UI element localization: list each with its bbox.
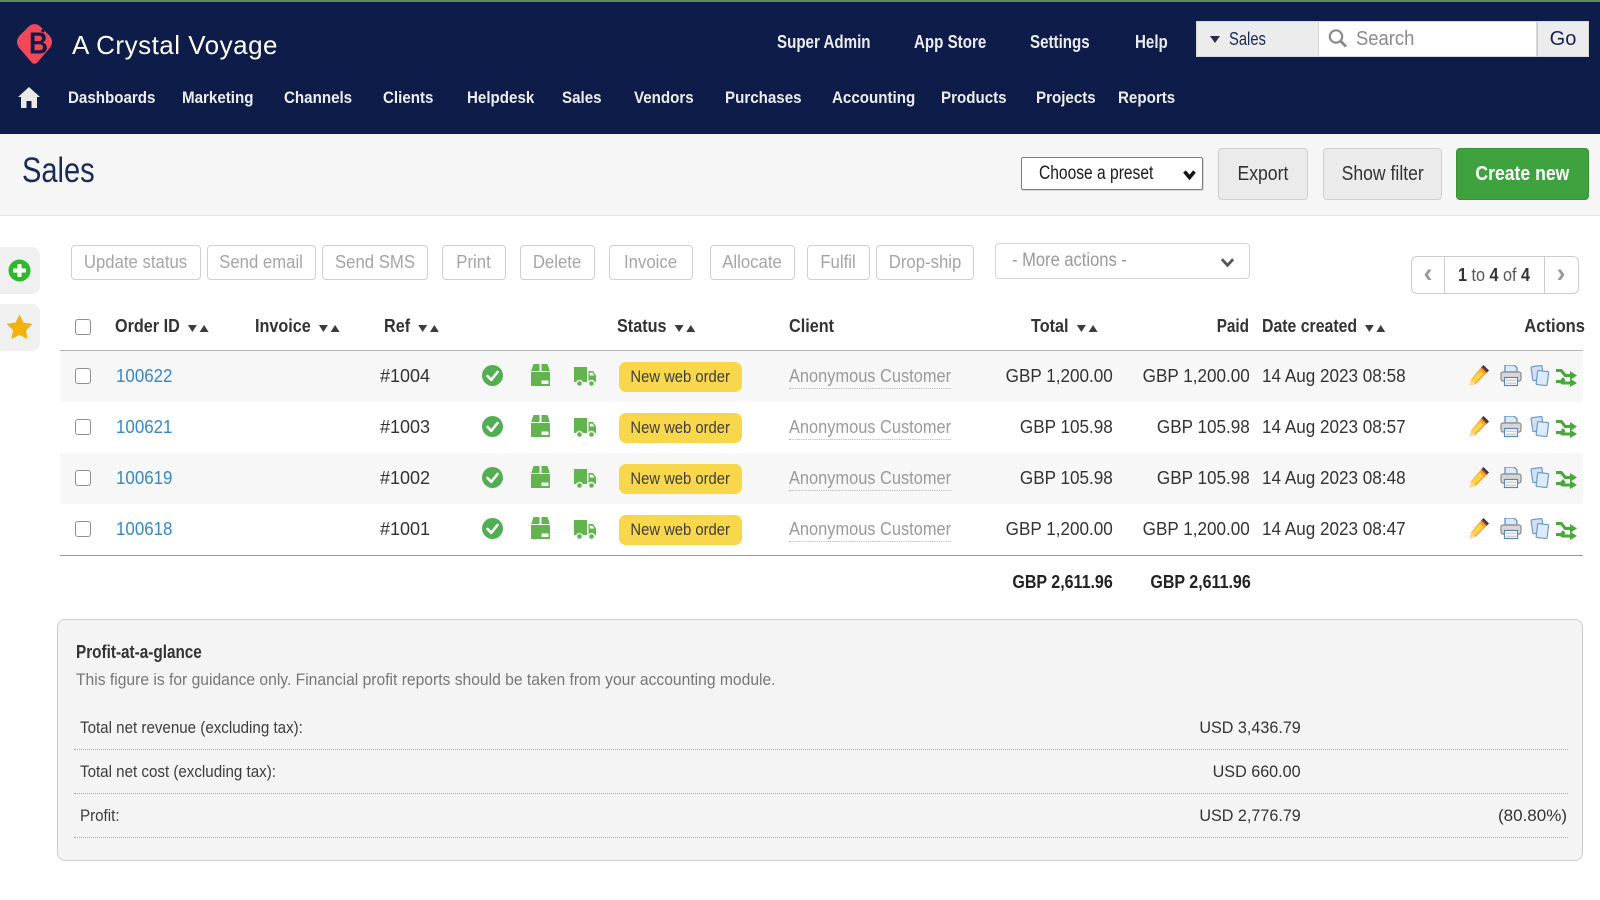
svg-text:B: B (29, 26, 48, 61)
